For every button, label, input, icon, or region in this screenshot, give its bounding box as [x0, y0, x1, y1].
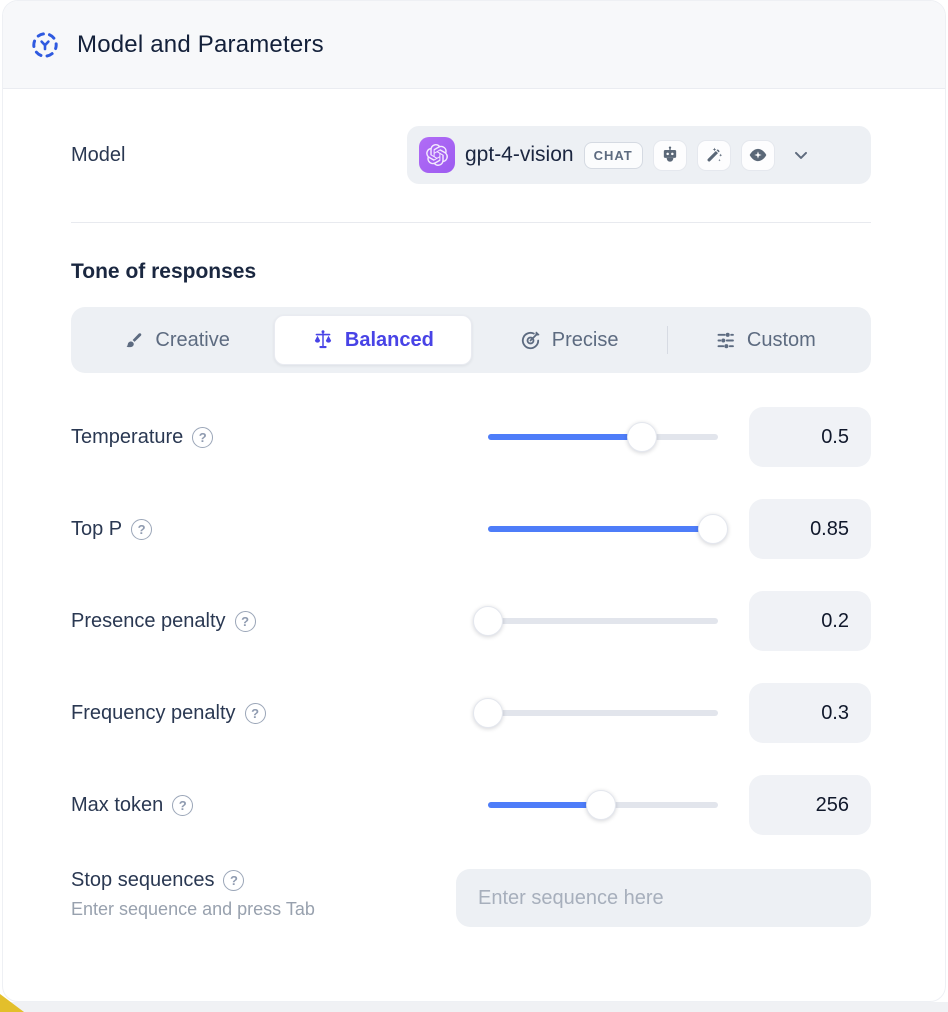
param-row-temperature: Temperature ? 0.5 [71, 407, 871, 467]
param-row-presence-penalty: Presence penalty ? 0.2 [71, 591, 871, 651]
param-row-max-token: Max token ? 256 [71, 775, 871, 835]
tone-tab-bar: Creative Balanced [71, 307, 871, 373]
target-icon [520, 330, 541, 351]
stop-sequences-label: Stop sequences [71, 869, 214, 892]
sliders-icon [715, 330, 736, 351]
model-select[interactable]: gpt-4-vision CHAT [407, 126, 871, 184]
tone-heading: Tone of responses [71, 260, 871, 284]
vision-icon [741, 140, 775, 171]
tab-label: Precise [552, 329, 619, 352]
tab-label: Custom [747, 329, 816, 352]
chevron-down-icon [791, 145, 811, 165]
section-divider [71, 222, 871, 223]
help-icon[interactable]: ? [223, 870, 244, 891]
frequency-penalty-slider[interactable] [488, 698, 718, 728]
top-p-value[interactable]: 0.85 [749, 499, 871, 559]
max-token-slider[interactable] [488, 790, 718, 820]
tab-label: Balanced [345, 329, 434, 352]
panel-body: Model gpt-4-vision CHAT [3, 126, 945, 927]
slider-thumb[interactable] [627, 422, 657, 452]
slider-thumb[interactable] [586, 790, 616, 820]
openai-logo [419, 137, 455, 173]
model-row: Model gpt-4-vision CHAT [71, 126, 871, 184]
help-icon[interactable]: ? [192, 427, 213, 448]
slider-thumb[interactable] [473, 606, 503, 636]
model-parameters-panel: Model and Parameters Model gpt-4-vision … [2, 0, 946, 1002]
tab-precise[interactable]: Precise [472, 315, 667, 365]
stop-sequence-input[interactable] [456, 869, 871, 927]
param-label: Presence penalty [71, 610, 226, 633]
balance-scale-icon [312, 329, 334, 351]
help-icon[interactable]: ? [235, 611, 256, 632]
tab-creative[interactable]: Creative [79, 315, 274, 365]
tab-balanced[interactable]: Balanced [274, 315, 471, 365]
param-label: Top P [71, 518, 122, 541]
tab-custom[interactable]: Custom [668, 315, 863, 365]
selected-model-name: gpt-4-vision [465, 143, 574, 167]
frequency-penalty-value[interactable]: 0.3 [749, 683, 871, 743]
temperature-value[interactable]: 0.5 [749, 407, 871, 467]
model-hub-icon [30, 30, 60, 60]
model-label: Model [71, 144, 125, 167]
param-row-frequency-penalty: Frequency penalty ? 0.3 [71, 683, 871, 743]
magic-wand-icon [697, 140, 731, 171]
max-token-value[interactable]: 256 [749, 775, 871, 835]
slider-thumb[interactable] [698, 514, 728, 544]
param-label: Temperature [71, 426, 183, 449]
panel-header: Model and Parameters [3, 1, 945, 89]
help-icon[interactable]: ? [172, 795, 193, 816]
robot-icon [653, 140, 687, 171]
stop-sequences-row: Stop sequences ? Enter sequence and pres… [71, 869, 871, 927]
temperature-slider[interactable] [488, 422, 718, 452]
paintbrush-icon [123, 330, 144, 351]
slider-thumb[interactable] [473, 698, 503, 728]
help-icon[interactable]: ? [131, 519, 152, 540]
top-p-slider[interactable] [488, 514, 718, 544]
chat-type-badge: CHAT [584, 142, 643, 169]
presence-penalty-value[interactable]: 0.2 [749, 591, 871, 651]
param-label: Max token [71, 794, 163, 817]
tab-label: Creative [155, 329, 229, 352]
page-background-strip [0, 1002, 948, 1012]
stop-sequences-hint: Enter sequence and press Tab [71, 899, 315, 920]
help-icon[interactable]: ? [245, 703, 266, 724]
panel-title: Model and Parameters [77, 31, 324, 59]
param-row-top-p: Top P ? 0.85 [71, 499, 871, 559]
presence-penalty-slider[interactable] [488, 606, 718, 636]
param-label: Frequency penalty [71, 702, 236, 725]
